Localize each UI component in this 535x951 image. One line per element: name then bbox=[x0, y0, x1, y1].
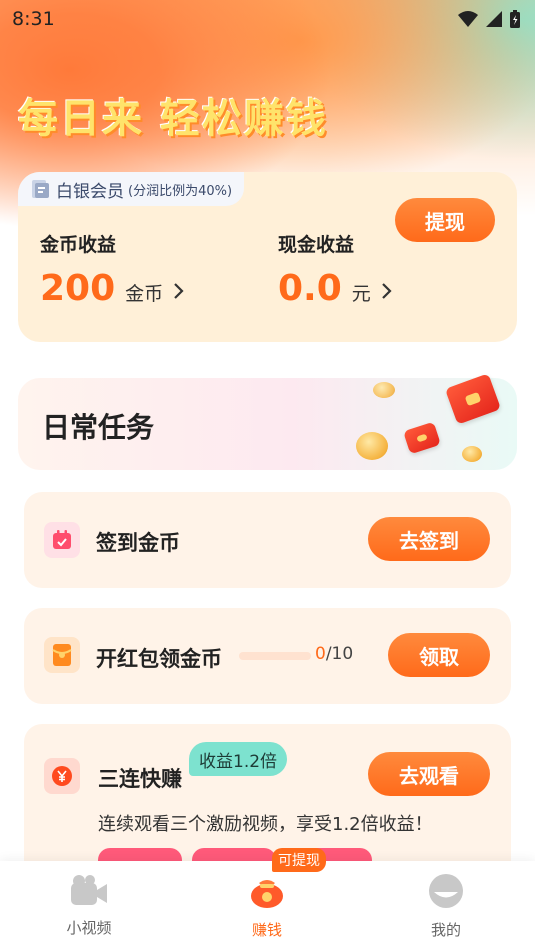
claim-button[interactable]: 领取 bbox=[388, 633, 490, 677]
coin-decoration-icon bbox=[462, 446, 482, 462]
task-card-checkin: 签到金币 去签到 bbox=[24, 492, 511, 588]
tab-short-video[interactable]: 小视频 bbox=[29, 873, 149, 938]
withdraw-button[interactable]: 提现 bbox=[395, 198, 495, 242]
task-progress-total: /10 bbox=[325, 644, 354, 664]
hero-title: 每日来 轻松赚钱 bbox=[18, 96, 328, 142]
chevron-right-icon bbox=[174, 283, 184, 299]
task-progress-bar bbox=[239, 652, 311, 660]
checkin-button[interactable]: 去签到 bbox=[368, 517, 490, 561]
daily-tasks-banner: 日常任务 bbox=[18, 373, 517, 470]
member-level-tag[interactable]: 白银会员 (分润比例为40%) bbox=[18, 172, 245, 206]
bottom-tab-bar: 小视频 赚钱 可提现 我的 bbox=[0, 848, 535, 951]
tab-label: 我的 bbox=[430, 921, 461, 939]
video-icon bbox=[71, 875, 107, 905]
task-card-red-envelope: 开红包领金币 0/10 领取 bbox=[24, 608, 511, 704]
red-envelope-decoration-icon bbox=[403, 421, 441, 455]
status-icons bbox=[457, 9, 521, 29]
coin-decoration-icon bbox=[356, 432, 388, 460]
status-time: 8:31 bbox=[12, 8, 55, 30]
profile-icon bbox=[429, 874, 463, 908]
tab-earn[interactable]: 赚钱 bbox=[207, 873, 327, 940]
task-progress-text: 0/10 bbox=[315, 644, 353, 664]
coin-earnings-unit: 金币 bbox=[125, 283, 164, 305]
member-earnings-card: 白银会员 (分润比例为40%) 金币收益 200 金币 现金收益 0.0 元 提… bbox=[18, 172, 517, 342]
status-bar: 8:31 bbox=[0, 0, 535, 38]
red-envelope-icon bbox=[44, 637, 80, 673]
task-progress-current: 0 bbox=[315, 644, 326, 664]
cash-earnings-label: 现金收益 bbox=[278, 234, 355, 256]
cash-earnings-value: 0.0 bbox=[278, 268, 342, 309]
signal-icon bbox=[486, 11, 502, 27]
cash-earnings-unit: 元 bbox=[351, 283, 371, 305]
member-ratio-note: (分润比例为40%) bbox=[128, 183, 233, 199]
calendar-check-icon bbox=[44, 522, 80, 558]
coin-earnings-value: 200 bbox=[40, 268, 116, 309]
yuan-coin-icon bbox=[44, 758, 80, 794]
bonus-multiplier-tag: 收益1.2倍 bbox=[189, 742, 288, 776]
red-envelope-decoration-icon bbox=[444, 373, 502, 425]
money-bag-icon bbox=[251, 880, 283, 908]
tab-label: 赚钱 bbox=[251, 921, 282, 939]
member-level-label: 白银会员 bbox=[56, 181, 124, 202]
daily-tasks-title: 日常任务 bbox=[42, 411, 155, 444]
coin-earnings-label: 金币收益 bbox=[40, 234, 117, 256]
task-name: 签到金币 bbox=[96, 531, 180, 555]
watch-button[interactable]: 去观看 bbox=[368, 752, 490, 796]
wifi-icon bbox=[458, 11, 478, 27]
chevron-right-icon bbox=[382, 283, 392, 299]
task-name: 开红包领金币 bbox=[96, 647, 222, 671]
battery-icon bbox=[510, 10, 520, 28]
silver-badge-icon bbox=[32, 180, 49, 198]
task-name: 三连快赚 bbox=[98, 767, 182, 791]
coin-earnings-link[interactable]: 200 金币 bbox=[40, 268, 185, 309]
tab-label: 小视频 bbox=[66, 919, 112, 937]
coin-decoration-icon bbox=[373, 382, 395, 398]
withdrawable-badge: 可提现 bbox=[272, 848, 326, 872]
task-description: 连续观看三个激励视频，享受1.2倍收益！ bbox=[98, 814, 433, 835]
tab-mine[interactable]: 我的 bbox=[386, 873, 506, 940]
cash-earnings-link[interactable]: 0.0 元 bbox=[278, 268, 393, 309]
